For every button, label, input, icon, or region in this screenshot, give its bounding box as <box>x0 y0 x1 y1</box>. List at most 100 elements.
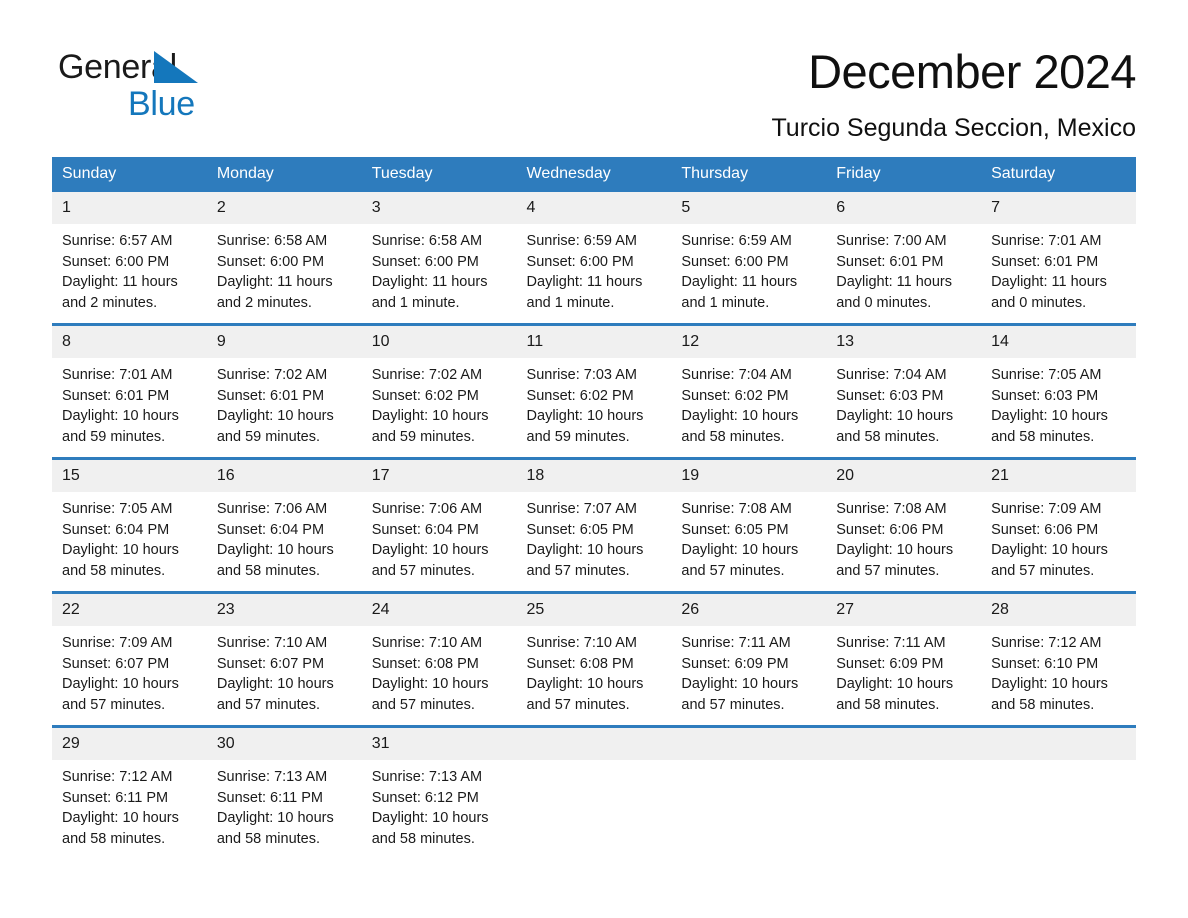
sunrise-text: Sunrise: 7:01 AM <box>62 367 173 383</box>
sunrise-text: Sunrise: 7:10 AM <box>216 635 328 651</box>
daylight-text-line1: Daylight: 11 hours <box>371 274 488 290</box>
day-cell[interactable]: 20 Sunrise: 7:08 AM Sunset: 6:06 PM Dayligh… <box>826 457 982 593</box>
daylight-text-line1: Daylight: 10 hours <box>62 408 179 424</box>
day-cell[interactable]: 23 Sunrise: 7:10 AM Sunset: 6:07 PM Dayligh… <box>206 591 362 727</box>
day-number: 29 <box>52 728 207 760</box>
day-cell[interactable]: 11 Sunrise: 7:03 AM Sunset: 6:02 PM Dayligh… <box>516 323 672 459</box>
day-cell[interactable]: 14 Sunrise: 7:05 AM Sunset: 6:03 PM Dayligh… <box>981 323 1136 459</box>
sunset-text: Sunset: 6:01 PM <box>991 253 1099 270</box>
sunset-text: Sunset: 6:00 PM <box>526 253 634 270</box>
day-cell[interactable]: 28 Sunrise: 7:12 AM Sunset: 6:10 PM Dayligh… <box>981 591 1136 727</box>
day-cell[interactable]: 26 Sunrise: 7:11 AM Sunset: 6:09 PM Dayligh… <box>671 591 827 727</box>
sunrise-text: Sunrise: 7:06 AM <box>216 501 328 517</box>
daylight-text-line2: and 57 minutes. <box>836 562 940 579</box>
daylight-text-line2: and 57 minutes. <box>62 696 166 713</box>
day-details: Sunrise: 7:02 AM Sunset: 6:02 PM Daylight:… <box>362 358 517 457</box>
day-number: 13 <box>826 326 982 358</box>
logo-text-blue: Blue <box>128 85 195 123</box>
sunset-text: Sunset: 6:01 PM <box>836 253 944 270</box>
calendar-body: 1 Sunrise: 6:57 AM Sunset: 6:00 PM Daylight… <box>52 192 1136 859</box>
daylight-text-line1: Daylight: 10 hours <box>216 676 334 692</box>
day-cell[interactable]: 2 Sunrise: 6:58 AM Sunset: 6:00 PM Daylight… <box>206 192 362 325</box>
daylight-text-line2: and 58 minutes. <box>991 696 1095 713</box>
logo-text-general: General <box>58 48 177 86</box>
weekday-header-tuesday: Tuesday <box>361 157 517 192</box>
day-cell[interactable]: 15 Sunrise: 7:05 AM Sunset: 6:04 PM Dayligh… <box>52 457 207 593</box>
daylight-text-line1: Daylight: 10 hours <box>371 676 489 692</box>
day-details: Sunrise: 7:13 AM Sunset: 6:12 PM Daylight:… <box>362 760 517 859</box>
day-cell[interactable]: 22 Sunrise: 7:09 AM Sunset: 6:07 PM Dayligh… <box>52 591 207 727</box>
sunset-text: Sunset: 6:02 PM <box>371 387 479 404</box>
sunrise-text: Sunrise: 7:09 AM <box>62 635 173 651</box>
sunset-text: Sunset: 6:00 PM <box>216 253 325 270</box>
day-cell[interactable]: 12 Sunrise: 7:04 AM Sunset: 6:02 PM Dayligh… <box>671 323 827 459</box>
day-number <box>826 728 982 760</box>
sunrise-text: Sunrise: 7:02 AM <box>216 367 328 383</box>
sunset-text: Sunset: 6:05 PM <box>681 521 789 538</box>
daylight-text-line1: Daylight: 10 hours <box>526 676 644 692</box>
day-number: 28 <box>981 594 1136 626</box>
day-cell[interactable]: 7 Sunrise: 7:01 AM Sunset: 6:01 PM Daylight… <box>981 192 1136 325</box>
sunrise-text: Sunrise: 6:58 AM <box>371 233 483 249</box>
day-details <box>826 760 981 777</box>
day-cell-empty <box>981 725 1136 859</box>
day-cell[interactable]: 8 Sunrise: 7:01 AM Sunset: 6:01 PM Daylight… <box>52 323 207 459</box>
daylight-text-line1: Daylight: 10 hours <box>991 408 1108 424</box>
weekday-header-sunday: Sunday <box>52 157 207 192</box>
day-details: Sunrise: 7:10 AM Sunset: 6:08 PM Daylight:… <box>517 626 672 725</box>
day-cell[interactable]: 1 Sunrise: 6:57 AM Sunset: 6:00 PM Daylight… <box>52 192 207 325</box>
day-cell[interactable]: 29 Sunrise: 7:12 AM Sunset: 6:11 PM Dayligh… <box>52 725 207 859</box>
day-cell[interactable]: 30 Sunrise: 7:13 AM Sunset: 6:11 PM Dayligh… <box>206 725 362 859</box>
daylight-text-line2: and 58 minutes. <box>371 830 475 847</box>
day-cell[interactable]: 9 Sunrise: 7:02 AM Sunset: 6:01 PM Daylight… <box>206 323 362 459</box>
daylight-text-line2: and 58 minutes. <box>62 562 166 579</box>
day-number: 25 <box>516 594 672 626</box>
daylight-text-line1: Daylight: 10 hours <box>62 542 179 558</box>
day-details: Sunrise: 7:05 AM Sunset: 6:03 PM Daylight:… <box>981 358 1136 457</box>
day-cell[interactable]: 4 Sunrise: 6:59 AM Sunset: 6:00 PM Daylight… <box>516 192 672 325</box>
day-details <box>517 760 672 777</box>
day-number: 14 <box>981 326 1136 358</box>
day-cell[interactable]: 25 Sunrise: 7:10 AM Sunset: 6:08 PM Dayligh… <box>516 591 672 727</box>
day-details: Sunrise: 7:04 AM Sunset: 6:02 PM Daylight:… <box>671 358 826 457</box>
day-details: Sunrise: 7:11 AM Sunset: 6:09 PM Daylight:… <box>826 626 981 725</box>
daylight-text-line1: Daylight: 11 hours <box>216 274 333 290</box>
day-cell[interactable]: 21 Sunrise: 7:09 AM Sunset: 6:06 PM Dayligh… <box>981 457 1136 593</box>
day-cell[interactable]: 17 Sunrise: 7:06 AM Sunset: 6:04 PM Dayligh… <box>361 457 517 593</box>
day-details: Sunrise: 7:09 AM Sunset: 6:06 PM Daylight:… <box>981 492 1136 591</box>
sunset-text: Sunset: 6:07 PM <box>216 655 325 672</box>
day-cell[interactable]: 19 Sunrise: 7:08 AM Sunset: 6:05 PM Dayligh… <box>671 457 827 593</box>
day-cell[interactable]: 27 Sunrise: 7:11 AM Sunset: 6:09 PM Dayligh… <box>826 591 982 727</box>
daylight-text-line2: and 58 minutes. <box>836 428 940 445</box>
sunset-text: Sunset: 6:08 PM <box>371 655 479 672</box>
day-cell[interactable]: 31 Sunrise: 7:13 AM Sunset: 6:12 PM Dayligh… <box>361 725 517 859</box>
sunset-text: Sunset: 6:00 PM <box>62 253 170 270</box>
sunset-text: Sunset: 6:06 PM <box>991 521 1099 538</box>
sunset-text: Sunset: 6:03 PM <box>836 387 944 404</box>
daylight-text-line1: Daylight: 10 hours <box>371 408 489 424</box>
day-cell[interactable]: 18 Sunrise: 7:07 AM Sunset: 6:05 PM Dayligh… <box>516 457 672 593</box>
day-cell[interactable]: 13 Sunrise: 7:04 AM Sunset: 6:03 PM Dayligh… <box>826 323 982 459</box>
calendar-week-row: 29 Sunrise: 7:12 AM Sunset: 6:11 PM Dayligh… <box>52 725 1136 859</box>
day-cell[interactable]: 5 Sunrise: 6:59 AM Sunset: 6:00 PM Daylight… <box>671 192 827 325</box>
day-details: Sunrise: 7:11 AM Sunset: 6:09 PM Daylight:… <box>671 626 826 725</box>
day-cell[interactable]: 3 Sunrise: 6:58 AM Sunset: 6:00 PM Daylight… <box>361 192 517 325</box>
sunrise-text: Sunrise: 7:02 AM <box>371 367 483 383</box>
sunset-text: Sunset: 6:03 PM <box>991 387 1099 404</box>
day-cell[interactable]: 24 Sunrise: 7:10 AM Sunset: 6:08 PM Dayligh… <box>361 591 517 727</box>
sunset-text: Sunset: 6:01 PM <box>62 387 170 404</box>
day-cell[interactable]: 16 Sunrise: 7:06 AM Sunset: 6:04 PM Dayligh… <box>206 457 362 593</box>
day-number: 20 <box>826 460 982 492</box>
general-blue-logo[interactable]: General Blue <box>58 50 358 122</box>
day-cell[interactable]: 10 Sunrise: 7:02 AM Sunset: 6:02 PM Dayligh… <box>361 323 517 459</box>
day-number: 3 <box>361 192 517 224</box>
sunrise-text: Sunrise: 7:05 AM <box>991 367 1102 383</box>
daylight-text-line1: Daylight: 11 hours <box>836 274 953 290</box>
sunrise-sunset-calendar: Sunday Monday Tuesday Wednesday Thursday… <box>52 157 1136 859</box>
day-cell[interactable]: 6 Sunrise: 7:00 AM Sunset: 6:01 PM Daylight… <box>826 192 982 325</box>
daylight-text-line1: Daylight: 11 hours <box>681 274 798 290</box>
daylight-text-line2: and 2 minutes. <box>62 294 158 311</box>
sunrise-text: Sunrise: 7:08 AM <box>681 501 792 517</box>
daylight-text-line2: and 0 minutes. <box>991 294 1087 311</box>
day-number: 21 <box>981 460 1136 492</box>
